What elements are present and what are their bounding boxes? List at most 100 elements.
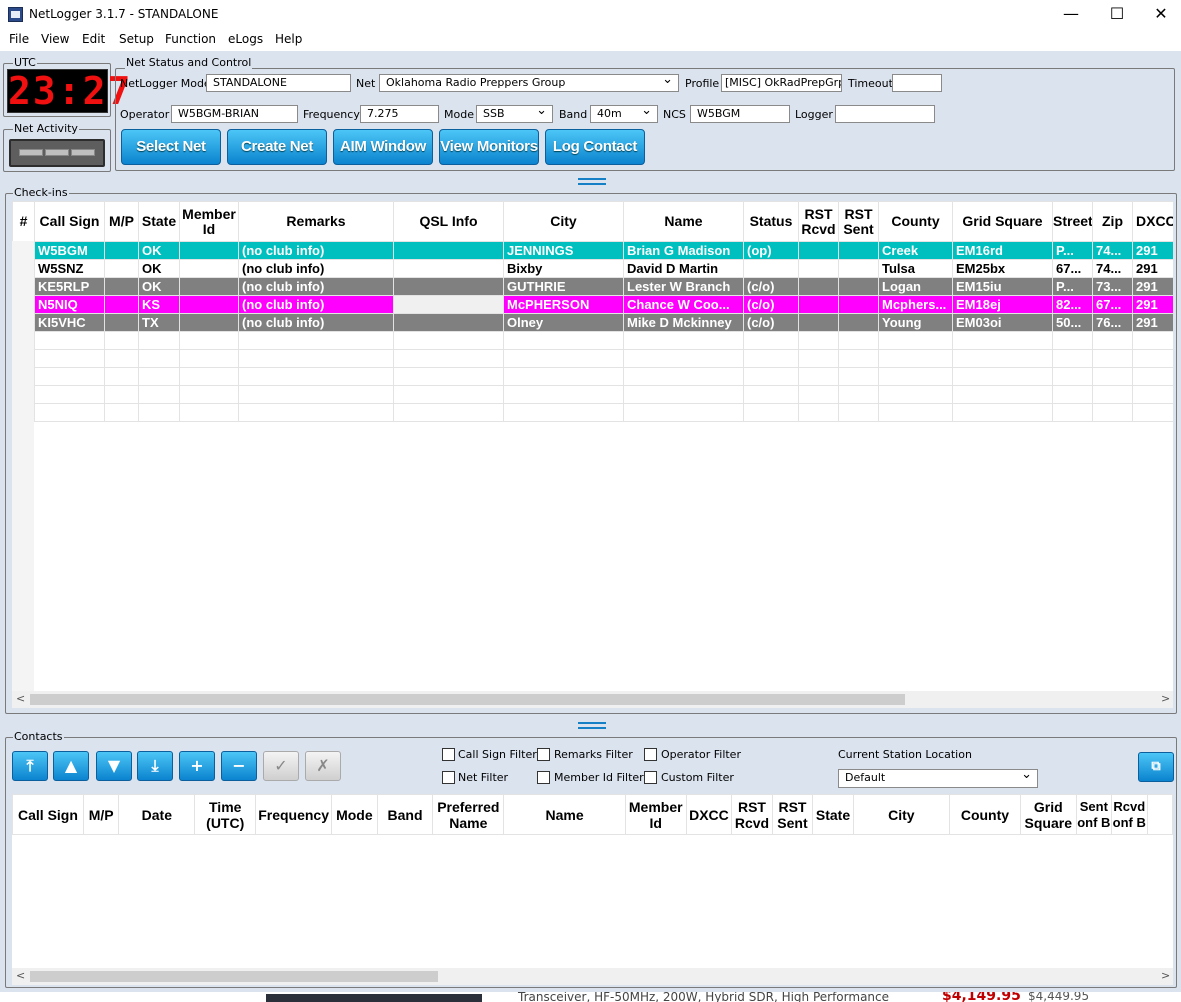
cell-mp[interactable] [104, 241, 139, 260]
cell-street[interactable]: P... [1052, 241, 1093, 260]
checkin-row[interactable]: 3 KE5RLP OK (no club info) GUTHRIE Leste… [12, 277, 1173, 296]
cell-county[interactable]: Creek [878, 241, 953, 260]
col-state[interactable]: State [138, 201, 180, 242]
col-name[interactable]: Name [623, 201, 744, 242]
scroll-left-arrow-icon[interactable]: < [16, 969, 25, 982]
cell-state[interactable]: KS [138, 295, 180, 314]
cell-qsl-info[interactable] [393, 259, 504, 278]
cell-status[interactable]: (c/o) [743, 277, 799, 296]
cell-mp[interactable] [104, 295, 139, 314]
logger-field[interactable] [835, 105, 935, 123]
cell-dxcc[interactable]: 291 [1132, 241, 1173, 260]
cell-qsl-info[interactable] [393, 277, 504, 296]
ccol-dxcc[interactable]: DXCC [685, 794, 733, 835]
remarks-filter-checkbox[interactable] [537, 748, 550, 761]
cell-rst-sent[interactable] [838, 259, 879, 278]
cell-name[interactable]: Lester W Branch [623, 277, 744, 296]
cell-county[interactable]: Logan [878, 277, 953, 296]
col-remarks[interactable]: Remarks [238, 201, 394, 242]
col-dxcc[interactable]: DXCC [1132, 201, 1173, 242]
confirm-check-icon[interactable]: ✓ [263, 751, 299, 781]
timeout-field[interactable] [892, 74, 942, 92]
col-call-sign[interactable]: Call Sign [34, 201, 105, 242]
add-icon[interactable]: + [179, 751, 215, 781]
close-button[interactable]: ✕ [1138, 0, 1181, 30]
scroll-left-arrow-icon[interactable]: < [16, 692, 25, 705]
cell-call-sign[interactable]: W5BGM [34, 241, 105, 260]
call-sign-filter-checkbox[interactable] [442, 748, 455, 761]
scroll-thumb[interactable] [30, 971, 438, 982]
aim-window-button[interactable]: AIM Window [333, 129, 433, 165]
restore-window-icon[interactable]: ⧉ [1138, 752, 1174, 782]
checkin-row-empty[interactable]: 9 [12, 385, 1173, 404]
select-net-button[interactable]: Select Net [121, 129, 221, 165]
checkins-hscrollbar[interactable]: < > [12, 691, 1173, 708]
col-member-id[interactable]: Member Id [179, 201, 239, 242]
menu-elogs[interactable]: eLogs [228, 32, 263, 46]
cell-rst-rcvd[interactable] [798, 241, 839, 260]
cell-qsl-info[interactable] [393, 313, 504, 332]
net-filter-checkbox[interactable] [442, 771, 455, 784]
checkin-row[interactable]: 2 W5SNZ OK (no club info) Bixby David D … [12, 259, 1173, 278]
ccol-sent-onf[interactable]: Sent onf B [1075, 794, 1113, 835]
checkin-row-empty[interactable]: 6 [12, 331, 1173, 350]
cell-name[interactable]: Mike D Mckinney [623, 313, 744, 332]
cell-county[interactable]: Tulsa [878, 259, 953, 278]
cell-qsl-info[interactable] [393, 295, 504, 314]
checkin-row-empty[interactable]: 10 [12, 403, 1173, 422]
cell-remarks[interactable]: (no club info) [238, 241, 394, 260]
frequency-field[interactable]: 7.275 [360, 105, 439, 123]
top-splitter-handle[interactable] [578, 178, 606, 185]
checkin-row[interactable]: 1 W5BGM OK (no club info) JENNINGS Brian… [12, 241, 1173, 260]
col-rst-sent[interactable]: RST Sent [838, 201, 879, 242]
band-select[interactable]: 40m [590, 105, 658, 123]
cell-zip[interactable]: 74... [1092, 259, 1133, 278]
bottom-splitter-handle[interactable] [578, 722, 606, 729]
cell-city[interactable]: GUTHRIE [503, 277, 624, 296]
cell-county[interactable]: Young [878, 313, 953, 332]
member-id-filter-checkbox[interactable] [537, 771, 550, 784]
ccol-state[interactable]: State [812, 794, 854, 835]
mode-select[interactable]: SSB [476, 105, 553, 123]
cell-rst-rcvd[interactable] [798, 259, 839, 278]
cell-city[interactable]: JENNINGS [503, 241, 624, 260]
up-arrow-icon[interactable]: ▲ [53, 751, 89, 781]
cell-status[interactable]: (c/o) [743, 295, 799, 314]
ccol-mode[interactable]: Mode [331, 794, 378, 835]
cell-grid-square[interactable]: EM25bx [952, 259, 1053, 278]
ccol-rst-sent[interactable]: RST Sent [771, 794, 814, 835]
ccol-date[interactable]: Date [118, 794, 196, 835]
contacts-hscrollbar[interactable]: < > [12, 968, 1173, 985]
cell-remarks[interactable]: (no club info) [238, 295, 394, 314]
remove-icon[interactable]: − [221, 751, 257, 781]
ccol-rcvd-onf[interactable]: Rcvd onf B [1111, 794, 1148, 835]
first-record-icon[interactable]: ⤒ [12, 751, 48, 781]
col-mp[interactable]: M/P [104, 201, 139, 242]
profile-field[interactable]: [MISC] OkRadPrepGrp [721, 74, 842, 92]
cell-state[interactable]: TX [138, 313, 180, 332]
col-county[interactable]: County [878, 201, 953, 242]
cell-street[interactable]: P... [1052, 277, 1093, 296]
ccol-time[interactable]: Time (UTC) [194, 794, 257, 835]
menu-file[interactable]: File [9, 32, 29, 46]
cell-remarks[interactable]: (no club info) [238, 313, 394, 332]
cell-grid-square[interactable]: EM03oi [952, 313, 1053, 332]
cell-call-sign[interactable]: KI5VHC [34, 313, 105, 332]
cell-city[interactable]: Olney [503, 313, 624, 332]
cell-name[interactable]: Brian G Madison [623, 241, 744, 260]
cell-call-sign[interactable]: N5NIQ [34, 295, 105, 314]
checkin-row[interactable]: 5 KI5VHC TX (no club info) Olney Mike D … [12, 313, 1173, 332]
cell-qsl-info[interactable] [393, 241, 504, 260]
cell-member-id[interactable] [179, 277, 239, 296]
cell-grid-square[interactable]: EM16rd [952, 241, 1053, 260]
log-contact-button[interactable]: Log Contact [545, 129, 645, 165]
cancel-x-icon[interactable]: ✗ [305, 751, 341, 781]
cell-rst-rcvd[interactable] [798, 313, 839, 332]
ccol-mp[interactable]: M/P [82, 794, 120, 835]
scroll-right-arrow-icon[interactable]: > [1161, 692, 1170, 705]
ccol-city[interactable]: City [852, 794, 950, 835]
checkin-row[interactable]: 4 N5NIQ KS (no club info) McPHERSON Chan… [12, 295, 1173, 314]
ccol-frequency[interactable]: Frequency [255, 794, 333, 835]
cell-status[interactable]: (c/o) [743, 313, 799, 332]
cell-rst-rcvd[interactable] [798, 277, 839, 296]
